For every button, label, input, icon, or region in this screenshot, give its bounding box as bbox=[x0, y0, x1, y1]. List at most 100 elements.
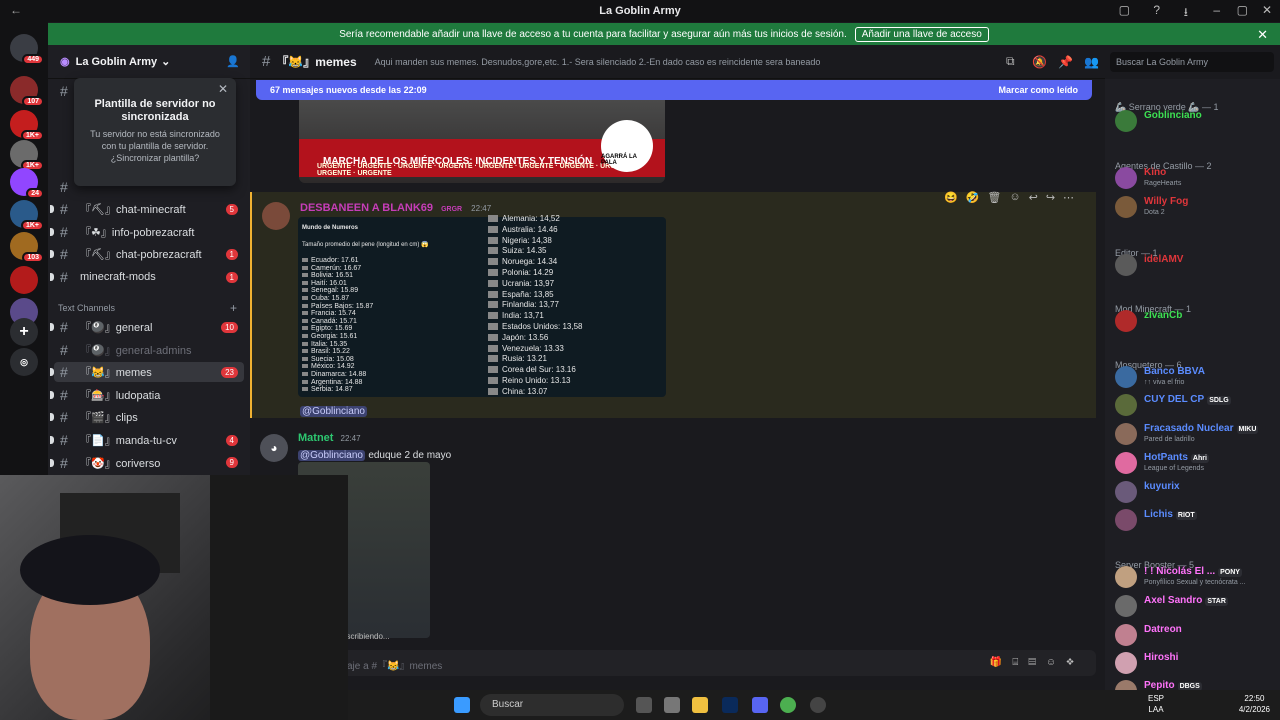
help-icon[interactable]: ? bbox=[1153, 3, 1160, 17]
channel-item[interactable]: # 『😹』memes 23 bbox=[50, 362, 244, 383]
channel-item[interactable]: # 『🎱』general-admins bbox=[54, 340, 244, 360]
member-item[interactable]: Kino RageHearts bbox=[1115, 165, 1275, 191]
threads-icon[interactable]: ⧉ bbox=[1006, 54, 1015, 69]
download-icon[interactable]: ⭳ bbox=[1184, 3, 1188, 24]
person-hair bbox=[20, 535, 160, 605]
add-passkey-button[interactable]: Añadir una llave de acceso bbox=[854, 26, 989, 42]
mention-badge: 1 bbox=[225, 248, 238, 260]
message-input[interactable]: saje a #『😹』memes 🎁⌸▤☺❖ bbox=[250, 650, 1096, 676]
inbox-icon[interactable]: ▢ bbox=[1119, 3, 1130, 17]
reply-icon[interactable]: ↩ bbox=[1029, 191, 1038, 209]
ranking-entry: Corea del Sur: 13.16 bbox=[488, 365, 576, 374]
reaction-emoji-icon[interactable]: 🤣 bbox=[966, 191, 980, 209]
member-item[interactable]: Hiroshi bbox=[1115, 650, 1275, 676]
task-view-icon[interactable] bbox=[636, 697, 652, 713]
forward-icon[interactable]: ↪ bbox=[1046, 191, 1055, 209]
guild-tag[interactable]: RIOT bbox=[1175, 511, 1197, 520]
server-icon[interactable]: 1K+ bbox=[10, 200, 44, 231]
author-name[interactable]: Matnet 22:47 bbox=[298, 432, 361, 444]
popup-close-icon[interactable]: ✕ bbox=[218, 82, 228, 96]
reaction-emoji-icon[interactable]: 😆 bbox=[944, 191, 958, 209]
server-icon[interactable]: 103 bbox=[10, 232, 44, 263]
channel-item[interactable]: # minecraft-mods 1 bbox=[50, 267, 244, 287]
clock[interactable]: 22:50 4/2/2026 bbox=[1239, 693, 1270, 715]
member-item[interactable]: idelAMV bbox=[1115, 252, 1275, 278]
flag-icon bbox=[488, 355, 498, 363]
chrome-icon[interactable] bbox=[780, 697, 796, 713]
server-header[interactable]: ◉ La Goblin Army ⌄ 👤 bbox=[48, 45, 250, 79]
member-item[interactable]: zIvanCb bbox=[1115, 308, 1275, 334]
close-icon[interactable]: ✕ bbox=[1262, 3, 1272, 17]
member-item[interactable]: HotPants Ahri League of Legends bbox=[1115, 450, 1275, 476]
pinned-icon[interactable]: 📌 bbox=[1058, 55, 1073, 69]
photoshop-icon[interactable] bbox=[722, 697, 738, 713]
add-reaction-icon[interactable]: ☺ bbox=[1009, 191, 1020, 209]
mention[interactable]: @Goblinciano bbox=[298, 450, 365, 461]
new-messages-bar[interactable]: 67 mensajes nuevos desde las 22:09 Marca… bbox=[256, 80, 1092, 100]
server-icon[interactable]: 1K+ bbox=[10, 140, 44, 171]
mention[interactable]: @Goblinciano bbox=[300, 403, 367, 417]
member-item[interactable]: Fracasado Nuclear MIKU Pared de ladrillo bbox=[1115, 421, 1275, 447]
discord-taskbar-icon[interactable] bbox=[752, 697, 768, 713]
guild-tag[interactable]: SDLG bbox=[1207, 396, 1231, 405]
server-icon[interactable]: 449 bbox=[10, 34, 44, 65]
server-icon[interactable]: 107 bbox=[10, 76, 44, 107]
discord-default-avatar[interactable]: ◕ bbox=[260, 434, 288, 462]
file-explorer-icon[interactable] bbox=[692, 697, 708, 713]
server-icon[interactable]: 24 bbox=[10, 168, 44, 199]
notifications-muted-icon[interactable]: 🔕 bbox=[1032, 55, 1047, 69]
hash-icon: # bbox=[60, 454, 68, 471]
news-image[interactable]: MARCHA DE LOS MIÉRCOLES: INCIDENTES Y TE… bbox=[299, 100, 665, 183]
member-item[interactable]: Lichis RIOT bbox=[1115, 507, 1275, 533]
guild-tag[interactable]: MIKU bbox=[1236, 425, 1259, 434]
author-name[interactable]: DESBANEEN A BLANK69 GRGR 22:47 bbox=[300, 202, 491, 214]
server-icon[interactable]: 1K+ bbox=[10, 110, 44, 141]
channel-item[interactable]: # 『🎰』ludopatia bbox=[50, 385, 244, 405]
channel-topic[interactable]: Aqui manden sus memes. Desnudos,gore,etc… bbox=[375, 57, 821, 67]
language-indicator[interactable]: ESP LAA bbox=[1148, 693, 1164, 715]
taskbar-search[interactable]: Buscar bbox=[480, 694, 624, 716]
guild-tag[interactable]: Ahri bbox=[1190, 454, 1209, 463]
category-text-channels[interactable]: Text Channels bbox=[58, 303, 115, 313]
ranking-entry: China: 13.07 bbox=[488, 387, 547, 396]
channel-item[interactable]: # 『🤡』coriverso 9 bbox=[50, 453, 244, 473]
member-status: Pared de ladrillo bbox=[1144, 436, 1195, 443]
channel-item[interactable]: # 『🎬』clips bbox=[50, 407, 244, 427]
member-list-icon[interactable]: 👥 bbox=[1084, 55, 1099, 69]
member-item[interactable]: CUY DEL CP SDLG bbox=[1115, 392, 1275, 418]
guild-tag[interactable]: GRGR bbox=[439, 205, 464, 214]
channel-item[interactable]: # 『📄』manda-tu-cv 4 bbox=[50, 430, 244, 450]
start-icon[interactable] bbox=[454, 697, 470, 713]
member-item[interactable]: Willy Fog Dota 2 bbox=[1115, 194, 1275, 220]
search-input[interactable]: Buscar La Goblin Army bbox=[1110, 52, 1274, 72]
discover-icon[interactable]: ◎ bbox=[10, 348, 38, 376]
add-member-icon[interactable]: 👤 bbox=[226, 55, 240, 68]
guild-tag[interactable]: PONY bbox=[1218, 568, 1242, 577]
member-item[interactable]: Goblinciano bbox=[1115, 108, 1275, 134]
maximize-icon[interactable]: ▢ bbox=[1237, 3, 1248, 17]
input-actions[interactable]: 🎁⌸▤☺❖ bbox=[990, 657, 1084, 668]
channel-item[interactable]: # 『🎱』general 10 bbox=[50, 317, 244, 337]
app-icon[interactable] bbox=[810, 697, 826, 713]
minimize-icon[interactable]: – bbox=[1213, 3, 1220, 17]
guild-tag[interactable]: STAR bbox=[1205, 597, 1228, 606]
member-item[interactable]: kuyurix bbox=[1115, 479, 1275, 505]
ranking-image[interactable]: Mundo de Numeros Tamaño promedio del pen… bbox=[298, 214, 666, 397]
channel-item[interactable]: # 『⛏』chat-minecraft 5 bbox=[50, 199, 244, 219]
more-icon[interactable]: ⋯ bbox=[1063, 191, 1074, 209]
member-item[interactable]: Axel Sandro STAR bbox=[1115, 593, 1275, 619]
banner-close-icon[interactable]: ✕ bbox=[1257, 27, 1268, 43]
mark-as-read-button[interactable]: Marcar como leído bbox=[998, 85, 1078, 95]
reaction-emoji-icon[interactable]: 🗑 bbox=[987, 191, 1001, 209]
member-item[interactable]: ! ! Nicolás El ... PONY Ponyfílico Sexual … bbox=[1115, 564, 1275, 590]
app-icon[interactable] bbox=[664, 697, 680, 713]
server-icon[interactable] bbox=[10, 266, 38, 294]
channel-item[interactable]: # 『⛏』chat-pobrezacraft 1 bbox=[50, 244, 244, 264]
channel-item[interactable]: # 『☘』info-pobrezacraft bbox=[50, 222, 244, 242]
member-item[interactable]: Datreon bbox=[1115, 622, 1275, 648]
add-server-icon[interactable]: + bbox=[10, 318, 38, 346]
member-item[interactable]: Banco BBVA ↑↑ viva el frio bbox=[1115, 364, 1275, 390]
avatar[interactable] bbox=[262, 202, 290, 230]
popup-body[interactable]: Tu servidor no está sincronizado con tu … bbox=[84, 128, 226, 164]
add-channel-icon[interactable]: + bbox=[230, 301, 237, 315]
